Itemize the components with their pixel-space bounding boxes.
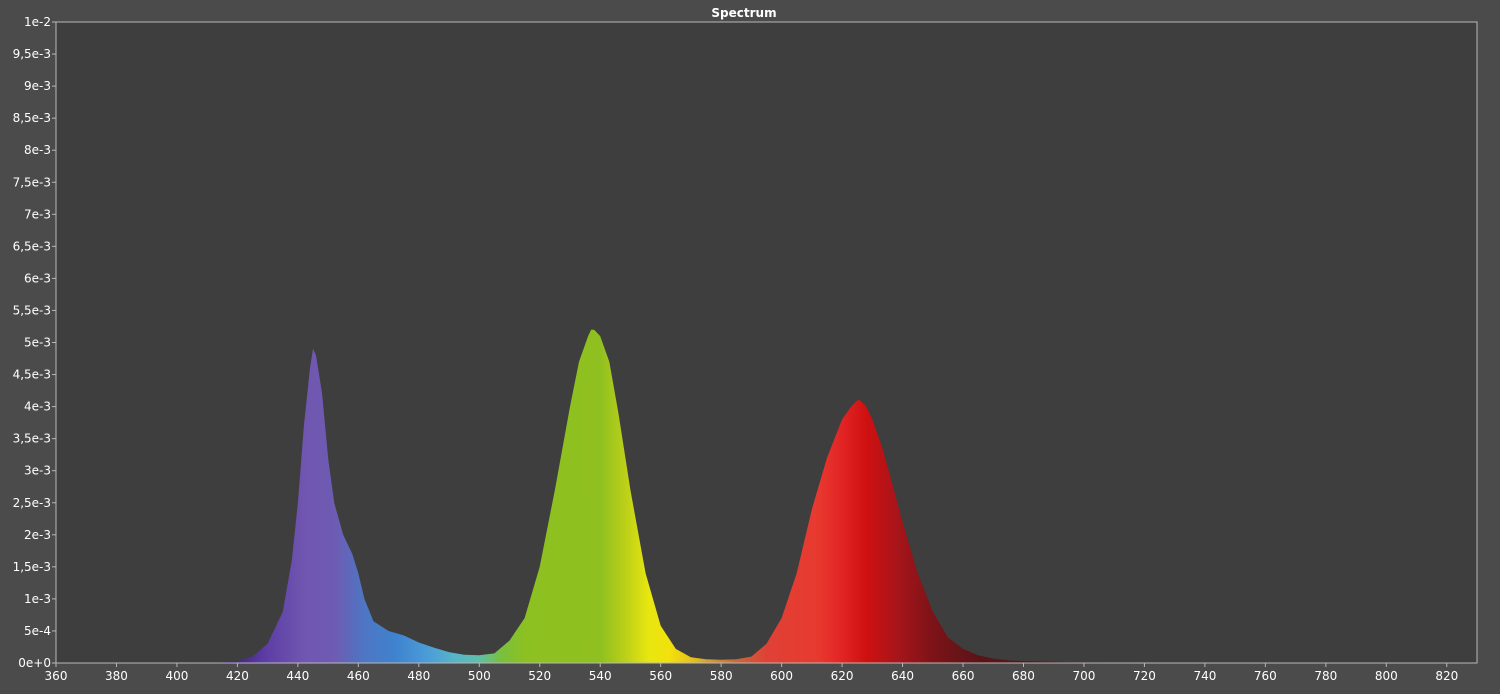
y-axis: 0e+0 5e-4 1e-3 1,5e-3 2e-3 2,5e-3 3e-3 3,5e-3 4e…	[13, 15, 56, 670]
x-tick-label: 660	[952, 669, 975, 683]
chart-svg: 360 380 400 420 440 460 480 500 520 540 560 580 600 6…	[0, 0, 1500, 690]
x-tick-label: 380	[105, 669, 128, 683]
x-tick-label: 580	[710, 669, 733, 683]
x-tick-label: 700	[1073, 669, 1096, 683]
x-tick-label: 460	[347, 669, 370, 683]
y-tick-label: 5e-4	[24, 624, 51, 638]
x-tick-label: 440	[286, 669, 309, 683]
x-tick-label: 800	[1375, 669, 1398, 683]
y-tick-label: 1e-3	[24, 592, 51, 606]
x-tick-label: 740	[1193, 669, 1216, 683]
y-tick-label: 0e+0	[18, 656, 51, 670]
x-tick-label: 540	[589, 669, 612, 683]
chart-title: Spectrum	[711, 6, 776, 20]
plot-area	[56, 22, 1477, 663]
y-tick-label: 4e-3	[24, 400, 51, 414]
y-tick-label: 4,5e-3	[13, 368, 51, 382]
x-tick-label: 600	[770, 669, 793, 683]
y-tick-label: 9,5e-3	[13, 47, 51, 61]
x-tick-label: 480	[407, 669, 430, 683]
y-tick-label: 2,5e-3	[13, 496, 51, 510]
y-tick-label: 1e-2	[24, 15, 51, 29]
x-tick-label: 520	[528, 669, 551, 683]
y-tick-label: 7,5e-3	[13, 175, 51, 189]
x-tick-label: 620	[831, 669, 854, 683]
x-tick-label: 780	[1314, 669, 1337, 683]
y-tick-label: 1,5e-3	[13, 560, 51, 574]
y-tick-label: 9e-3	[24, 79, 51, 93]
x-tick-label: 820	[1435, 669, 1458, 683]
x-tick-label: 760	[1254, 669, 1277, 683]
y-tick-label: 8,5e-3	[13, 111, 51, 125]
spectrum-chart: 360 380 400 420 440 460 480 500 520 540 560 580 600 6…	[0, 0, 1500, 690]
y-tick-label: 2e-3	[24, 528, 51, 542]
y-tick-label: 3e-3	[24, 464, 51, 478]
x-tick-label: 560	[649, 669, 672, 683]
y-tick-label: 7e-3	[24, 207, 51, 221]
y-tick-label: 3,5e-3	[13, 432, 51, 446]
x-tick-label: 360	[45, 669, 68, 683]
y-tick-label: 5,5e-3	[13, 303, 51, 317]
x-tick-label: 400	[165, 669, 188, 683]
y-tick-label: 6,5e-3	[13, 239, 51, 253]
x-axis: 360 380 400 420 440 460 480 500 520 540 560 580 600 6…	[45, 663, 1458, 683]
x-tick-label: 680	[1012, 669, 1035, 683]
x-tick-label: 500	[468, 669, 491, 683]
x-tick-label: 420	[226, 669, 249, 683]
y-tick-label: 5e-3	[24, 336, 51, 350]
y-tick-label: 8e-3	[24, 143, 51, 157]
x-tick-label: 640	[891, 669, 914, 683]
x-tick-label: 720	[1133, 669, 1156, 683]
y-tick-label: 6e-3	[24, 271, 51, 285]
